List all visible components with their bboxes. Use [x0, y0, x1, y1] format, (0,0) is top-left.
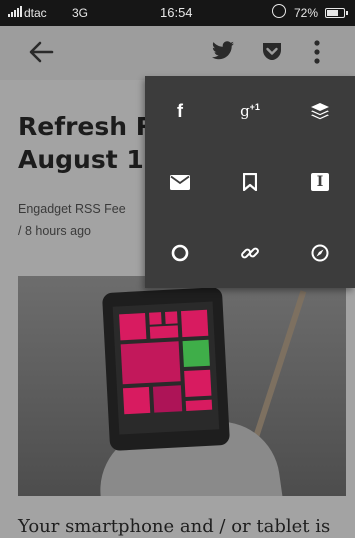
- link-icon: [241, 247, 259, 259]
- twitter-icon[interactable]: [211, 40, 235, 67]
- phone-tile: [122, 386, 151, 415]
- more-vert-icon[interactable]: [312, 39, 322, 70]
- phone-tile: [149, 312, 162, 325]
- clock: 16:54: [160, 5, 193, 20]
- status-bar: dtac 3G 16:54 72%: [0, 0, 355, 26]
- phone-tile: [119, 313, 147, 341]
- share-link-button[interactable]: [215, 218, 285, 288]
- phone-tile: [185, 399, 213, 411]
- article-image: [18, 276, 346, 496]
- share-circle-button[interactable]: [145, 218, 215, 288]
- google-plus-icon: g+1: [240, 102, 260, 120]
- share-email-button[interactable]: [145, 147, 215, 217]
- instapaper-letter: I: [316, 174, 324, 190]
- phone-tile: [120, 341, 181, 385]
- pocket-icon[interactable]: [261, 41, 283, 66]
- network-type: 3G: [72, 6, 89, 20]
- instapaper-icon: I: [311, 173, 329, 191]
- battery-fill: [327, 10, 338, 16]
- phone-tile: [180, 309, 209, 338]
- email-icon: [170, 174, 190, 190]
- share-buffer-button[interactable]: [285, 76, 355, 146]
- back-arrow-icon[interactable]: [28, 40, 54, 69]
- google-plus-letter: g: [240, 102, 250, 120]
- toolbar: [0, 26, 355, 80]
- phone-screen: [112, 301, 220, 435]
- battery-icon: [325, 8, 348, 18]
- open-in-browser-button[interactable]: [285, 218, 355, 288]
- phone-tile: [149, 325, 179, 339]
- rotation-lock-icon: [272, 4, 286, 18]
- share-bookmark-button[interactable]: [215, 147, 285, 217]
- bookmark-icon: [243, 173, 257, 191]
- article-body: Your smartphone and / or tablet is: [18, 516, 331, 537]
- share-instapaper-button[interactable]: I: [285, 147, 355, 217]
- battery-percent: 72%: [294, 6, 319, 20]
- google-plus-count: +1: [249, 102, 260, 112]
- carrier-name: dtac: [24, 6, 47, 20]
- facebook-icon: f: [177, 100, 183, 121]
- share-facebook-button[interactable]: f: [145, 76, 215, 146]
- phone-tile: [184, 369, 212, 398]
- compass-icon: [311, 244, 329, 262]
- share-menu: f g+1 I: [145, 76, 355, 288]
- buffer-icon: [311, 103, 329, 120]
- phone-device: [101, 286, 231, 452]
- circle-icon: [171, 244, 189, 262]
- phone-tile: [182, 339, 210, 368]
- signal-icon: [8, 6, 22, 17]
- phone-tile: [152, 385, 183, 413]
- share-google-plus-button[interactable]: g+1: [215, 76, 285, 146]
- phone-tile: [165, 311, 178, 324]
